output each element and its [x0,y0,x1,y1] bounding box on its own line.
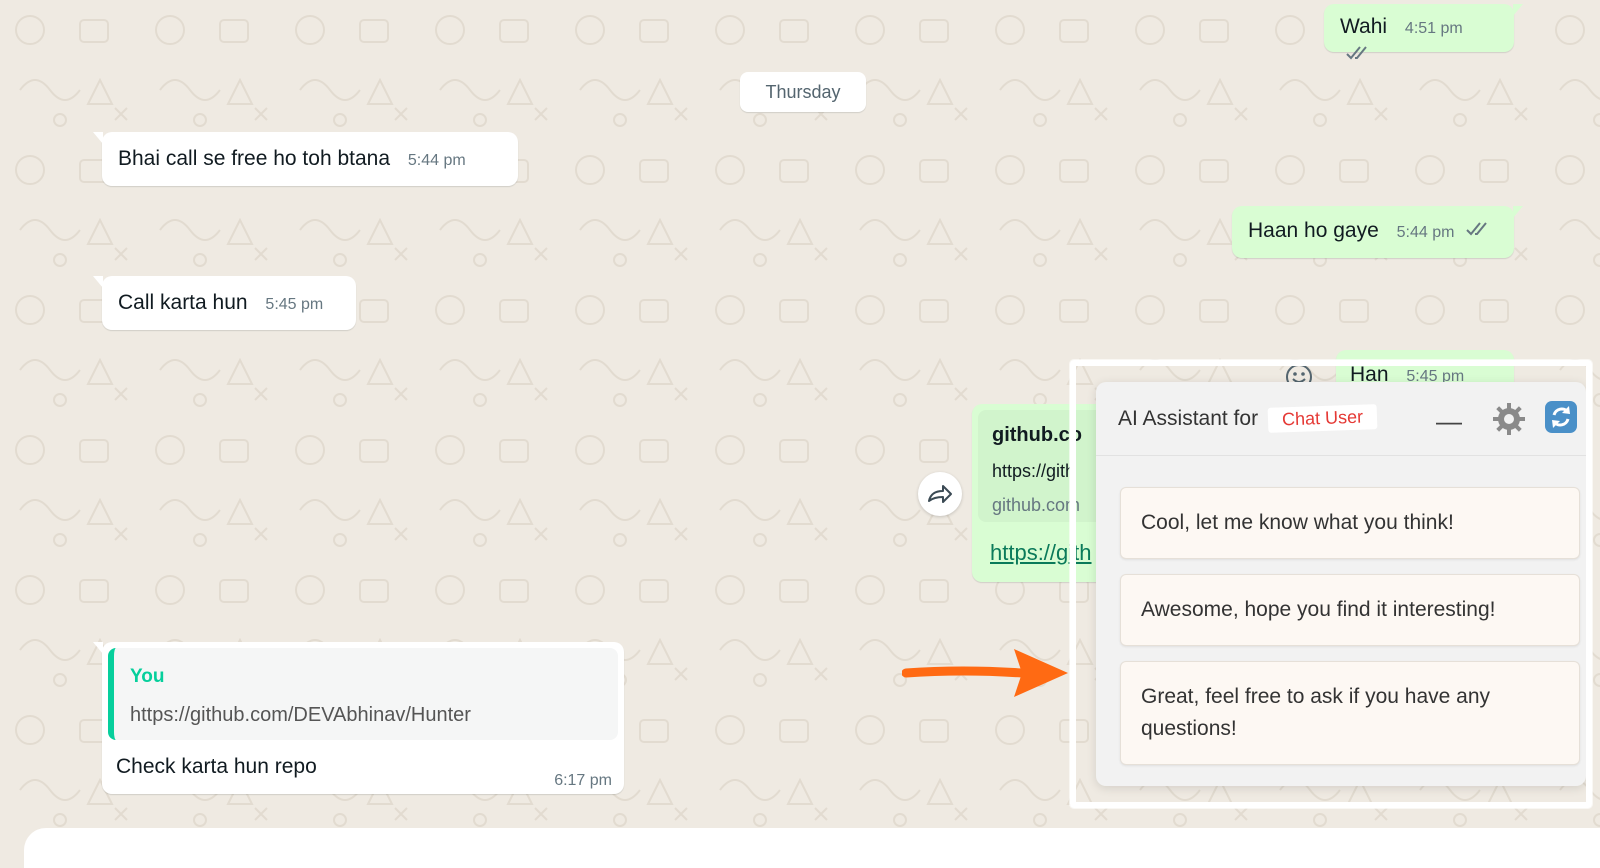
ai-suggestion-item[interactable]: Awesome, hope you find it interesting! [1120,574,1580,646]
message-incoming[interactable]: Call karta hun 5:45 pm [93,276,356,330]
quoted-message[interactable]: You https://github.com/DEVAbhinav/Hunter [108,648,618,740]
forward-button[interactable] [918,472,962,516]
gear-icon[interactable] [1492,402,1526,441]
minimize-button[interactable]: — [1436,406,1462,437]
message-outgoing[interactable]: Wahi 4:51 pm [1324,4,1523,60]
message-time: 5:44 pm [1396,224,1455,241]
annotation-arrow-icon [901,645,1072,706]
ai-suggestion-item[interactable]: Great, feel free to ask if you have any … [1120,661,1580,765]
double-check-icon [1346,42,1372,68]
refresh-icon[interactable] [1544,400,1578,439]
ai-assistant-title: AI Assistant for [1118,406,1259,430]
ai-suggestion-item[interactable]: Cool, let me know what you think! [1120,487,1580,559]
double-check-icon [1466,218,1492,244]
message-text: Bhai call se free ho toh btana [118,147,391,170]
ai-suggestion-text: Awesome, hope you find it interesting! [1141,598,1496,621]
ai-suggestion-text: Cool, let me know what you think! [1141,511,1454,534]
message-time: 4:51 pm [1404,20,1463,37]
message-text: Call karta hun [118,291,248,314]
message-incoming[interactable]: Bhai call se free ho toh btana 5:44 pm [93,132,518,186]
message-time: 5:45 pm [265,296,324,313]
message-time: 6:17 pm [554,772,612,789]
forward-icon [928,485,952,503]
message-outgoing[interactable]: Haan ho gaye 5:44 pm [1232,206,1523,258]
ai-suggestion-text: Great, feel free to ask if you have any … [1141,685,1491,740]
quoted-author: You [130,666,165,687]
ai-assistant-user-label: Chat User [1267,404,1378,433]
day-divider: Thursday [740,72,866,112]
ai-assistant-highlight-frame: AI Assistant for Chat User — Cool, let m… [1070,360,1592,808]
message-incoming-reply[interactable]: You https://github.com/DEVAbhinav/Hunter… [93,642,624,794]
quoted-text: https://github.com/DEVAbhinav/Hunter [130,704,471,726]
message-text: Wahi [1340,15,1388,38]
message-composer[interactable] [24,828,1600,868]
message-time: 5:44 pm [407,152,466,169]
ai-assistant-panel: AI Assistant for Chat User — Cool, let m… [1096,382,1586,786]
message-text: Check karta hun repo [116,755,317,778]
message-text: Haan ho gaye [1248,219,1379,242]
